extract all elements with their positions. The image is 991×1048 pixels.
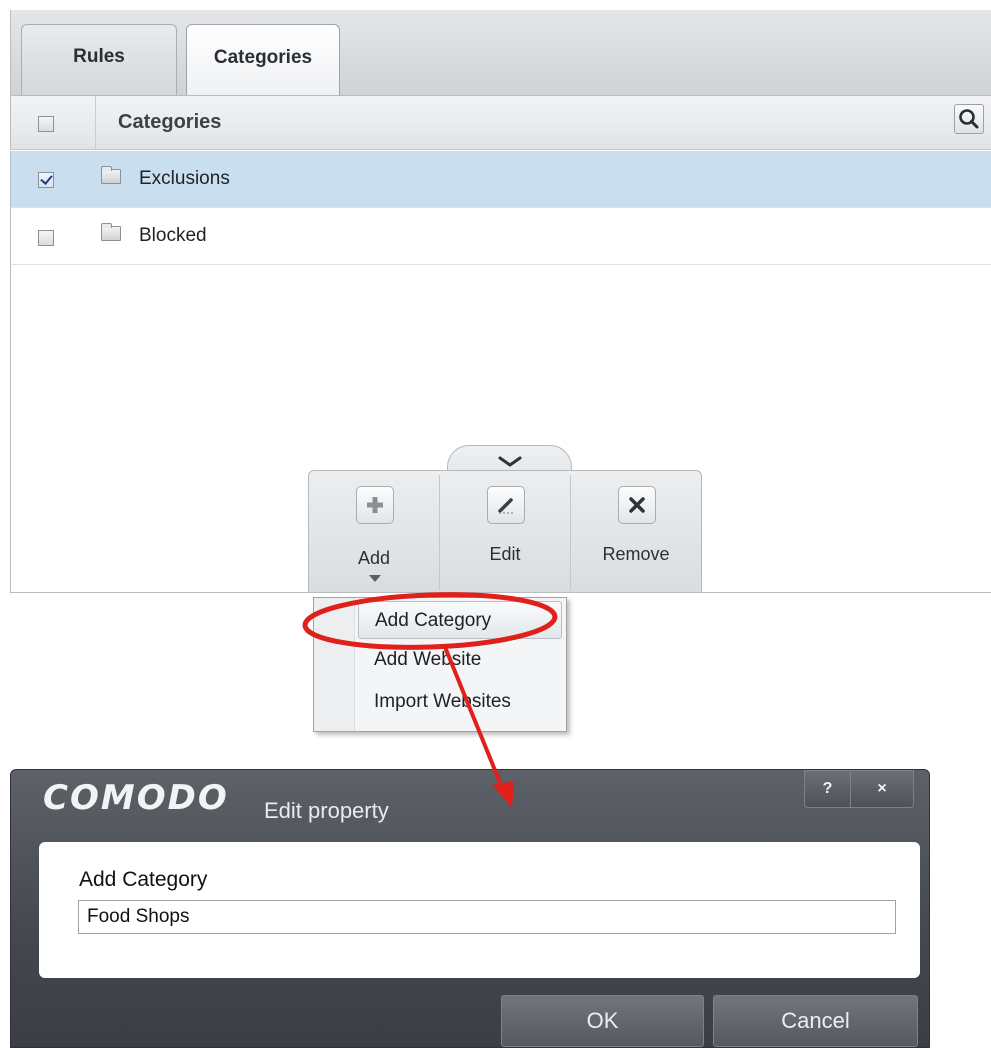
close-icon: × xyxy=(877,780,887,797)
add-button-label: Add xyxy=(357,548,391,568)
tab-categories-label: Categories xyxy=(213,46,313,68)
add-button[interactable]: Add xyxy=(309,471,439,592)
remove-button-label: Remove xyxy=(602,544,670,564)
remove-icon-frame xyxy=(618,486,656,524)
close-button[interactable]: × xyxy=(850,770,914,808)
search-icon xyxy=(959,109,979,129)
menu-item-add-website[interactable]: Add Website xyxy=(354,641,566,679)
add-icon-frame xyxy=(356,486,394,524)
table-row[interactable]: Blocked xyxy=(10,208,991,265)
tab-bar: Rules Categories xyxy=(10,10,991,96)
edit-icon-frame xyxy=(487,486,525,524)
caret-down-icon xyxy=(369,575,381,582)
tab-categories[interactable]: Categories xyxy=(186,24,340,96)
menu-item-import-websites[interactable]: Import Websites xyxy=(354,683,566,721)
action-toolbar: Add Edit Remove xyxy=(308,470,702,592)
tab-rules[interactable]: Rules xyxy=(21,24,177,95)
search-button[interactable] xyxy=(954,104,984,134)
remove-button[interactable]: Remove xyxy=(571,471,701,592)
plus-icon xyxy=(367,497,383,513)
column-header-categories[interactable]: Categories xyxy=(118,111,221,134)
table-row[interactable]: Exclusions xyxy=(10,151,991,208)
pencil-icon xyxy=(498,498,513,514)
row-checkbox-blocked[interactable] xyxy=(38,230,54,246)
menu-item-label: Add Website xyxy=(374,649,482,670)
folder-icon xyxy=(101,166,121,184)
cancel-button[interactable]: Cancel xyxy=(713,995,918,1047)
category-name-input[interactable] xyxy=(78,900,896,934)
help-button[interactable]: ? xyxy=(804,770,851,808)
row-label: Exclusions xyxy=(139,168,230,189)
chevron-down-icon xyxy=(498,456,522,467)
list-bottom-border xyxy=(10,592,991,593)
edit-button-label: Edit xyxy=(489,544,521,564)
help-icon: ? xyxy=(822,780,833,797)
row-checkbox-exclusions[interactable] xyxy=(38,172,54,188)
tab-rules-label: Rules xyxy=(73,46,125,67)
x-icon xyxy=(629,497,645,513)
dialog-title: Edit property xyxy=(264,798,389,823)
add-dropdown-menu: Add Category Add Website Import Websites xyxy=(313,597,567,732)
menu-item-label: Add Category xyxy=(375,610,492,631)
select-all-checkbox[interactable] xyxy=(38,116,54,132)
dialog-content: Add Category xyxy=(39,842,920,978)
column-divider xyxy=(95,96,96,150)
menu-item-add-category[interactable]: Add Category xyxy=(358,601,562,639)
table-header: Categories xyxy=(10,95,991,150)
ok-button-label: OK xyxy=(586,1008,619,1033)
row-label: Blocked xyxy=(139,225,207,246)
edit-button[interactable]: Edit xyxy=(440,471,570,592)
menu-icon-gutter xyxy=(314,598,355,731)
comodo-logo: COMODO xyxy=(43,778,229,818)
cancel-button-label: Cancel xyxy=(781,1008,850,1033)
ok-button[interactable]: OK xyxy=(501,995,704,1047)
field-label: Add Category xyxy=(79,868,208,891)
edit-property-dialog: COMODO Edit property ? × Add Category OK… xyxy=(10,769,930,1048)
menu-item-label: Import Websites xyxy=(374,691,511,712)
folder-icon xyxy=(101,223,121,241)
